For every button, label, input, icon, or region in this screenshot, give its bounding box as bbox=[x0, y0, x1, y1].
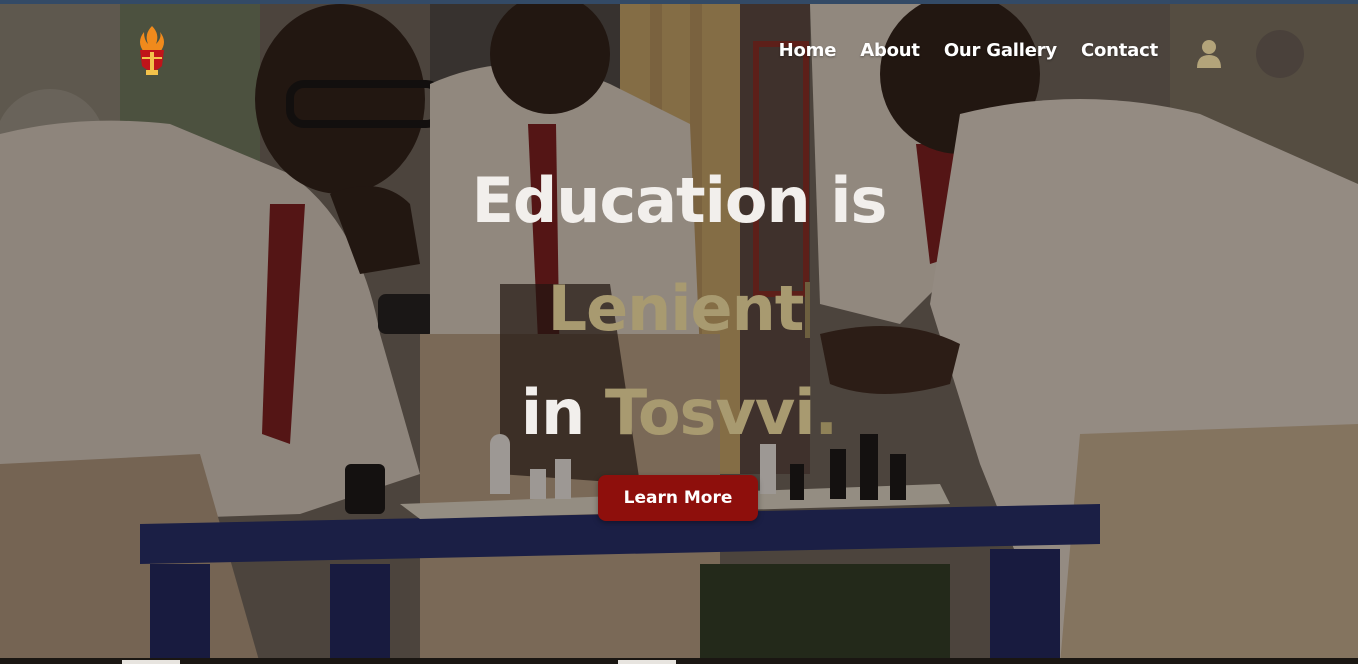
learn-more-button[interactable]: Learn More bbox=[598, 475, 758, 521]
typing-cursor bbox=[805, 282, 811, 338]
typed-word-text: Lenient bbox=[547, 272, 805, 345]
brand-period: . bbox=[814, 376, 839, 449]
taskbar-strip bbox=[0, 658, 1358, 664]
main-navigation: Home About Our Gallery Contact bbox=[779, 40, 1159, 61]
brand-name: Tosvvi bbox=[604, 376, 816, 449]
hero-headline-line3: in Tosvvi. bbox=[0, 376, 1358, 449]
nav-gallery-link[interactable]: Our Gallery bbox=[944, 40, 1057, 61]
window-top-border bbox=[0, 0, 1358, 4]
taskbar-tab[interactable] bbox=[122, 660, 180, 664]
line3-prefix: in bbox=[520, 376, 585, 449]
torch-shield-logo-icon[interactable] bbox=[132, 24, 172, 78]
nav-about-link[interactable]: About bbox=[860, 40, 920, 61]
nav-home-link[interactable]: Home bbox=[779, 40, 837, 61]
nav-contact-link[interactable]: Contact bbox=[1081, 40, 1158, 61]
hero-typed-word: Lenient bbox=[0, 272, 1358, 345]
hero-section: Home About Our Gallery Contact Education… bbox=[0, 4, 1358, 664]
hero-headline-line1: Education is bbox=[471, 164, 888, 237]
user-icon[interactable] bbox=[1196, 38, 1222, 68]
taskbar-tab[interactable] bbox=[618, 660, 676, 664]
